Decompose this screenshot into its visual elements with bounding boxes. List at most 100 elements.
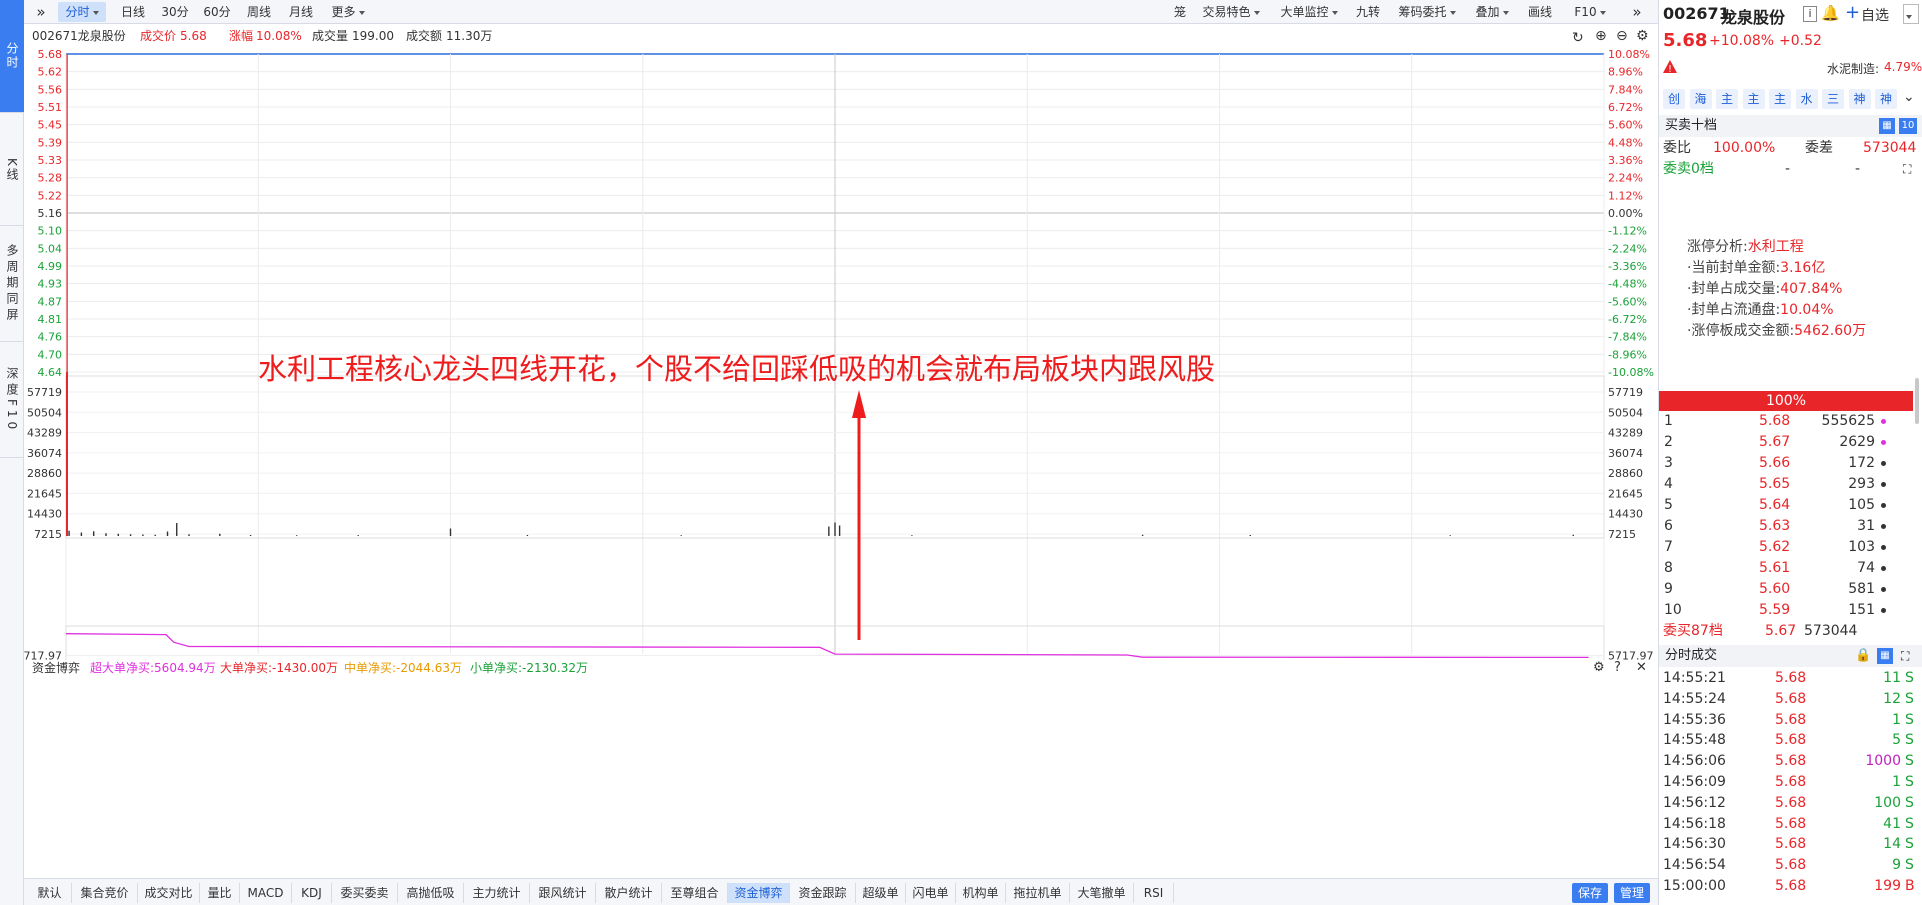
f10-dropdown[interactable]: F10 [1568, 2, 1612, 22]
warning-icon[interactable]: ! [1663, 60, 1677, 75]
left-tab-kline[interactable]: K线 [0, 114, 24, 226]
bid-row[interactable]: 3 5.66 172 [1659, 453, 1922, 474]
pct-tick-label: 10.08% [1608, 48, 1650, 61]
bid-price: 5.65 [1759, 476, 1791, 492]
tab-monthly[interactable]: 月线 [284, 2, 318, 22]
zt-stat-value: 3.16亿 [1780, 260, 1826, 276]
expand-icon[interactable]: » [32, 2, 50, 22]
concept-chip[interactable]: 神 [1848, 89, 1871, 109]
bottom-tab[interactable]: 量比 [200, 883, 240, 903]
bottom-tab[interactable]: 主力统计 [464, 883, 530, 903]
tab-weekly[interactable]: 周线 [242, 2, 276, 22]
nine-turn-button[interactable]: 九转 [1352, 2, 1384, 22]
flow-settings-icon[interactable]: ⚙ [1593, 658, 1605, 678]
level-count-button[interactable]: 10 [1899, 118, 1917, 134]
tab-daily[interactable]: 日线 [116, 2, 150, 22]
trade-side: S [1905, 670, 1914, 686]
left-tab-f10[interactable]: 深度F10 [0, 343, 24, 458]
price-tick-label: 5.56 [38, 83, 63, 96]
fullscreen-icon[interactable]: ⛶ [1903, 159, 1911, 180]
bottom-tab[interactable]: 委买委卖 [332, 883, 398, 903]
bottom-tab[interactable]: 至尊组合 [662, 883, 728, 903]
chip-order-dropdown[interactable]: 筹码委托 [1392, 2, 1462, 22]
bottom-tab[interactable]: 跟风统计 [530, 883, 596, 903]
bell-icon[interactable]: 🔔 [1821, 4, 1840, 22]
tab-60min[interactable]: 60分 [200, 2, 234, 22]
concept-chip[interactable]: 水 [1795, 89, 1818, 109]
close-icon[interactable]: ✕ [1636, 658, 1647, 678]
volume-tick-label: 28860 [27, 467, 62, 480]
trade-price: 5.68 [1775, 878, 1807, 894]
concept-chip[interactable]: 神 [1875, 89, 1897, 109]
expand-chips-icon[interactable]: ⌄ [1903, 89, 1915, 105]
bid-price: 5.61 [1759, 560, 1791, 576]
draw-line-button[interactable]: 画线 [1524, 2, 1556, 22]
bottom-tab[interactable]: 集合竞价 [72, 883, 138, 903]
zoom-in-icon[interactable]: ⊕ [1595, 24, 1607, 48]
add-watchlist-button[interactable]: 自选 [1861, 5, 1889, 25]
bottom-tab[interactable]: 超级单 [856, 883, 906, 903]
bid-row[interactable]: 2 5.67 2629 [1659, 432, 1922, 453]
sector-label[interactable]: 水泥制造: [1827, 60, 1879, 77]
big-order-monitor-dropdown[interactable]: 大单监控 [1274, 2, 1344, 22]
calculator-icon[interactable]: ▦ [1877, 648, 1893, 664]
left-tab-fenshi[interactable]: 分时 [0, 0, 24, 113]
concept-chip[interactable]: 主 [1769, 89, 1791, 109]
bid-row[interactable]: 7 5.62 103 [1659, 537, 1922, 558]
bid-row[interactable]: 4 5.65 293 [1659, 474, 1922, 495]
collapse-icon[interactable]: » [1628, 2, 1646, 22]
zt-sector[interactable]: 水利工程 [1748, 239, 1804, 255]
bottom-tab[interactable]: RSI [1134, 883, 1174, 903]
bottom-tab[interactable]: MACD [240, 883, 292, 903]
concept-chip[interactable]: 三 [1822, 89, 1844, 109]
calculator-icon[interactable]: ▦ [1879, 118, 1895, 134]
trade-features-dropdown[interactable]: 交易特色 [1196, 2, 1266, 22]
save-button[interactable]: 保存 [1572, 883, 1608, 903]
price-tick-label: 5.51 [38, 101, 63, 114]
bid-row[interactable]: 8 5.61 74 [1659, 558, 1922, 579]
bid-row[interactable]: 10 5.59 151 [1659, 600, 1922, 621]
tab-fenshi[interactable]: 分时 [58, 2, 106, 22]
concept-chip[interactable]: 主 [1742, 89, 1765, 109]
bid-row[interactable]: 1 5.68 555625 [1659, 411, 1922, 432]
bid-row[interactable]: 9 5.60 581 [1659, 579, 1922, 600]
overlay-dropdown[interactable]: 叠加 [1470, 2, 1514, 22]
bottom-tab[interactable]: 资金博弈 [728, 883, 790, 903]
bid-row[interactable]: 6 5.63 31 [1659, 516, 1922, 537]
concept-chip[interactable]: 主 [1716, 89, 1738, 109]
zt-stat-label: ·封单占成交量: [1687, 281, 1781, 297]
zoom-out-icon[interactable]: ⊖ [1616, 24, 1628, 48]
left-tab-multi-period[interactable]: 多周期同屏 [0, 227, 24, 342]
refresh-icon[interactable]: ↻ [1572, 26, 1584, 50]
bottom-tab[interactable]: 机构单 [956, 883, 1006, 903]
concept-chip[interactable]: 创 [1663, 89, 1685, 109]
weibi-value: 100.00% [1713, 140, 1776, 156]
help-icon[interactable]: ? [1614, 658, 1621, 678]
fullscreen-icon[interactable]: ⛶ [1901, 645, 1909, 667]
bottom-tab[interactable]: 大笔撤单 [1070, 883, 1134, 903]
lock-icon[interactable]: 🔒 [1855, 645, 1871, 667]
settings-icon[interactable]: ⚙ [1636, 24, 1649, 48]
bottom-tab[interactable]: 散户统计 [596, 883, 662, 903]
bottom-tab[interactable]: 成交对比 [138, 883, 200, 903]
bid-price: 5.68 [1759, 413, 1791, 429]
info-icon[interactable]: i [1803, 6, 1817, 22]
more-dropdown[interactable]: 更多 [326, 2, 370, 22]
bottom-tab[interactable]: 资金跟踪 [790, 883, 856, 903]
bottom-tab[interactable]: KDJ [292, 883, 332, 903]
trade-row: 14:56:06 5.68 1000 S [1659, 751, 1922, 772]
chevron-down-icon [92, 10, 99, 15]
concept-chip[interactable]: 海 [1689, 89, 1712, 109]
bid-row[interactable]: 5 5.64 105 [1659, 495, 1922, 516]
menu-dropdown[interactable] [1903, 4, 1919, 24]
manage-button[interactable]: 管理 [1614, 883, 1650, 903]
bottom-tab[interactable]: 默认 [28, 883, 72, 903]
bid-vol: 172 [1848, 455, 1875, 471]
tab-30min[interactable]: 30分 [158, 2, 192, 22]
plus-icon[interactable]: + [1845, 2, 1860, 23]
cage-button[interactable]: 笼 [1170, 2, 1190, 22]
bid-vol: 74 [1857, 560, 1875, 576]
bottom-tab[interactable]: 高抛低吸 [398, 883, 464, 903]
bottom-tab[interactable]: 闪电单 [906, 883, 956, 903]
bottom-tab[interactable]: 拖拉机单 [1006, 883, 1070, 903]
